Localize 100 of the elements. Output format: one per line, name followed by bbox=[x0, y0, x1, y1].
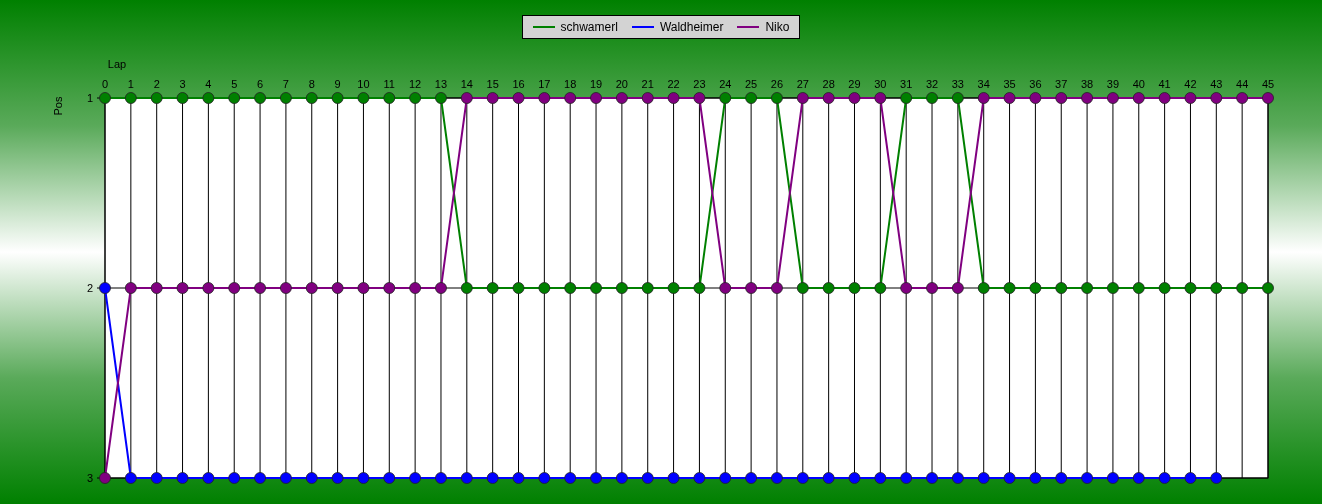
data-point bbox=[590, 472, 602, 484]
data-point bbox=[176, 472, 189, 484]
data-point bbox=[409, 282, 422, 294]
data-point bbox=[745, 282, 757, 294]
data-point bbox=[641, 282, 654, 294]
data-point bbox=[822, 92, 835, 104]
data-point bbox=[1158, 92, 1171, 104]
data-point bbox=[667, 282, 680, 294]
data-point bbox=[1029, 92, 1042, 104]
data-point bbox=[564, 282, 577, 294]
data-point bbox=[254, 282, 266, 294]
tick-label: 4 bbox=[205, 78, 212, 90]
data-point bbox=[641, 472, 654, 484]
data-point bbox=[538, 282, 551, 294]
data-point bbox=[693, 472, 706, 484]
data-point bbox=[435, 282, 447, 294]
data-point bbox=[176, 92, 189, 104]
tick-label: 28 bbox=[822, 78, 835, 90]
data-point bbox=[460, 472, 473, 484]
tick-label: 6 bbox=[257, 78, 264, 90]
data-point bbox=[667, 92, 680, 104]
data-point bbox=[874, 472, 887, 484]
data-point bbox=[1236, 92, 1249, 104]
tick-label: 16 bbox=[512, 78, 525, 90]
data-point bbox=[1107, 92, 1119, 104]
data-point bbox=[486, 282, 499, 294]
tick-label: 41 bbox=[1158, 78, 1171, 90]
tick-label: 37 bbox=[1055, 78, 1068, 90]
data-point bbox=[124, 472, 137, 484]
data-point bbox=[460, 92, 473, 104]
tick-label: 2 bbox=[86, 282, 93, 294]
tick-label: 32 bbox=[925, 78, 939, 90]
data-point bbox=[590, 92, 602, 104]
data-point bbox=[1158, 472, 1171, 484]
tick-label: 5 bbox=[231, 78, 238, 90]
data-point bbox=[745, 472, 757, 484]
data-point bbox=[357, 92, 370, 104]
data-point bbox=[822, 472, 835, 484]
data-point bbox=[99, 282, 111, 294]
tick-label: 20 bbox=[615, 78, 628, 90]
data-point bbox=[1236, 282, 1249, 294]
data-point bbox=[848, 282, 861, 294]
data-point bbox=[796, 472, 809, 484]
tick-label: 10 bbox=[357, 78, 370, 90]
data-point bbox=[435, 92, 447, 104]
data-point bbox=[616, 472, 628, 484]
tick-label: 24 bbox=[719, 78, 732, 90]
data-point bbox=[99, 92, 111, 104]
tick-label: 18 bbox=[564, 78, 577, 90]
data-point bbox=[409, 92, 422, 104]
data-point bbox=[1184, 92, 1197, 104]
tick-label: 33 bbox=[951, 78, 964, 90]
data-point bbox=[745, 92, 757, 104]
data-point bbox=[331, 282, 344, 294]
data-point bbox=[641, 92, 654, 104]
data-point bbox=[202, 472, 215, 484]
data-point bbox=[383, 92, 396, 104]
tick-label: 39 bbox=[1106, 78, 1120, 90]
tick-label: 3 bbox=[179, 78, 186, 90]
data-point bbox=[1184, 472, 1197, 484]
data-point bbox=[460, 282, 473, 294]
data-point bbox=[357, 282, 370, 294]
data-point bbox=[150, 92, 163, 104]
data-point bbox=[977, 92, 990, 104]
tick-label: 12 bbox=[409, 78, 422, 90]
data-point bbox=[1081, 92, 1093, 104]
tick-label: 22 bbox=[667, 78, 680, 90]
data-point bbox=[202, 282, 215, 294]
data-point bbox=[951, 92, 964, 104]
data-point bbox=[1262, 282, 1274, 294]
tick-label: 26 bbox=[770, 78, 784, 90]
data-point bbox=[1210, 92, 1223, 104]
data-point bbox=[331, 92, 344, 104]
data-point bbox=[771, 472, 783, 484]
data-point bbox=[951, 282, 964, 294]
tick-label: 0 bbox=[101, 78, 109, 90]
tick-label: 40 bbox=[1132, 78, 1145, 90]
data-point bbox=[719, 282, 732, 294]
data-point bbox=[124, 282, 137, 294]
data-point bbox=[1003, 282, 1016, 294]
tick-label: 3 bbox=[86, 472, 93, 484]
data-point bbox=[331, 472, 344, 484]
tick-label: 11 bbox=[383, 78, 395, 90]
data-point bbox=[822, 282, 835, 294]
data-point bbox=[874, 282, 887, 294]
data-point bbox=[1081, 472, 1093, 484]
data-point bbox=[848, 472, 861, 484]
data-point bbox=[926, 92, 938, 104]
tick-label: 21 bbox=[641, 78, 654, 90]
data-point bbox=[977, 282, 990, 294]
data-point bbox=[254, 472, 266, 484]
tick-label: 19 bbox=[589, 78, 603, 90]
tick-label: 27 bbox=[796, 78, 809, 90]
legend-label: Niko bbox=[765, 20, 790, 34]
data-point bbox=[719, 92, 732, 104]
axis-title: Pos bbox=[52, 96, 64, 116]
data-point bbox=[228, 282, 241, 294]
data-point bbox=[900, 92, 913, 104]
data-point bbox=[1055, 282, 1068, 294]
data-point bbox=[435, 472, 447, 484]
